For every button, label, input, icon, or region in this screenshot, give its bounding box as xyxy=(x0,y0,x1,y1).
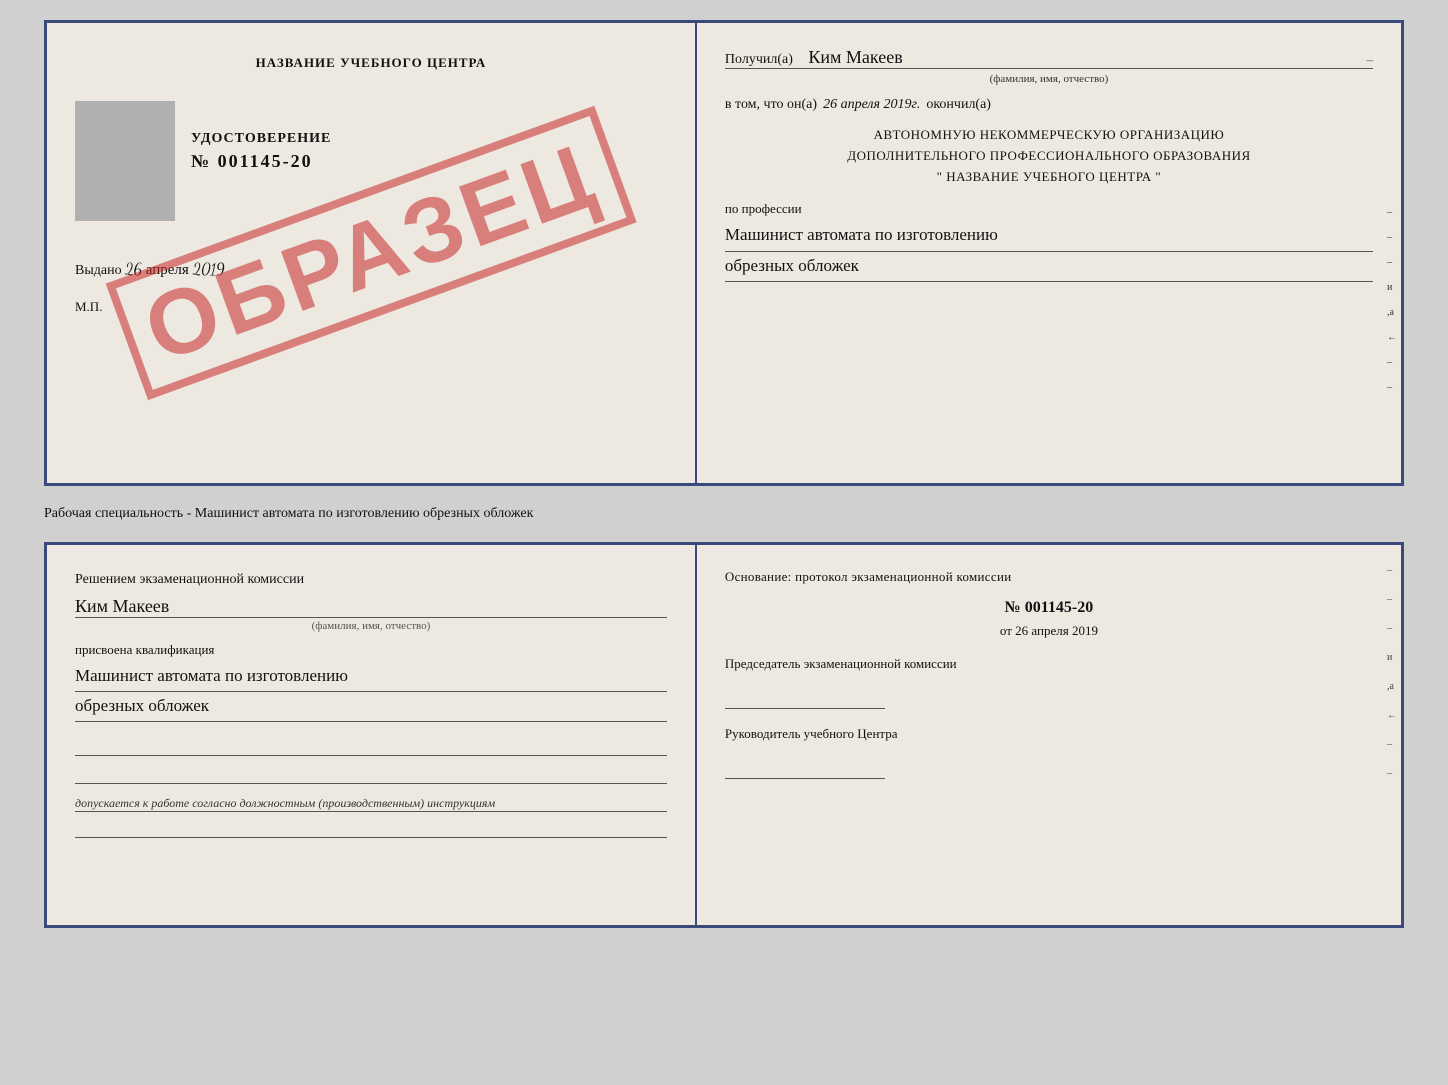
director-sig-line xyxy=(725,761,885,779)
chairman-sig-line xyxy=(725,691,885,709)
right-edge-marks-top: – – – и ,а ← – – xyxy=(1387,207,1397,393)
signature-block-chairman: Председатель экзаменационной комиссии xyxy=(725,655,1373,709)
date-suffix: окончил(а) xyxy=(926,97,991,113)
underline-1 xyxy=(75,738,667,756)
qual-line1: Машинист автомата по изготовлению xyxy=(75,662,667,692)
chairman-role: Председатель экзаменационной комиссии xyxy=(725,655,1373,673)
separator-label: Рабочая специальность - Машинист автомат… xyxy=(44,502,1404,526)
signature-block-director: Руководитель учебного Центра xyxy=(725,725,1373,779)
qual-prefix: присвоена квалификация xyxy=(75,642,667,658)
date-prefix: в том, что он(а) xyxy=(725,97,817,113)
bottom-name-subtitle: (фамилия, имя, отчество) xyxy=(75,620,667,632)
protocol-date: от 26 апреля 2019 xyxy=(725,623,1373,639)
protocol-date-value: 26 апреля 2019 xyxy=(1015,623,1098,638)
date-line: в том, что он(а) 26 апреля 2019г. окончи… xyxy=(725,97,1373,113)
top-document: НАЗВАНИЕ УЧЕБНОГО ЦЕНТРА УДОСТОВЕРЕНИЕ №… xyxy=(44,20,1404,486)
photo-placeholder xyxy=(75,101,175,221)
recipient-name: Ким Макеев xyxy=(808,47,1354,68)
org-line1: АВТОНОМНУЮ НЕКОММЕРЧЕСКУЮ ОРГАНИЗАЦИЮ xyxy=(725,125,1373,146)
bottom-document: Решением экзаменационной комиссии Ким Ма… xyxy=(44,542,1404,928)
org-name: " НАЗВАНИЕ УЧЕБНОГО ЦЕНТРА " xyxy=(725,167,1373,188)
profession-line1: Машинист автомата по изготовлению xyxy=(725,221,1373,251)
org-block: АВТОНОМНУЮ НЕКОММЕРЧЕСКУЮ ОРГАНИЗАЦИЮ ДО… xyxy=(725,125,1373,187)
profession-label: по профессии xyxy=(725,201,1373,217)
mp-label: М.П. xyxy=(75,299,667,315)
date-value: 26 апреля 2019г. xyxy=(823,97,920,113)
issued-date: 26 апреля 2019 xyxy=(125,261,224,279)
underline-2 xyxy=(75,766,667,784)
cert-number: № 001145-20 xyxy=(185,151,667,172)
decision-text: Решением экзаменационной комиссии xyxy=(75,569,667,590)
underline-3 xyxy=(75,820,667,838)
bottom-name: Ким Макеев xyxy=(75,596,667,618)
cert-label: УДОСТОВЕРЕНИЕ xyxy=(185,131,667,147)
received-line: Получил(а) Ким Макеев – xyxy=(725,47,1373,69)
bottom-left-panel: Решением экзаменационной комиссии Ким Ма… xyxy=(47,545,697,925)
underlines-block xyxy=(75,738,667,784)
director-role: Руководитель учебного Центра xyxy=(725,725,1373,743)
name-subtitle-top: (фамилия, имя, отчество) xyxy=(725,73,1373,85)
top-right-panel: Получил(а) Ким Макеев – (фамилия, имя, о… xyxy=(697,23,1401,483)
protocol-date-prefix: от xyxy=(1000,623,1012,638)
bottom-right-panel: Основание: протокол экзаменационной коми… xyxy=(697,545,1401,925)
profession-line2: обрезных обложек xyxy=(725,252,1373,282)
qual-line2: обрезных обложек xyxy=(75,692,667,722)
top-left-panel: НАЗВАНИЕ УЧЕБНОГО ЦЕНТРА УДОСТОВЕРЕНИЕ №… xyxy=(47,23,697,483)
right-edge-marks-bottom: – – – и ,а ← – – xyxy=(1387,565,1397,779)
issued-prefix: Выдано xyxy=(75,263,122,278)
osnov-title: Основание: протокол экзаменационной коми… xyxy=(725,569,1373,585)
issued-line: Выдано 26 апреля 2019 xyxy=(75,261,667,279)
protocol-number: № 001145-20 xyxy=(725,599,1373,617)
top-school-title: НАЗВАНИЕ УЧЕБНОГО ЦЕНТРА xyxy=(75,55,667,71)
org-line2: ДОПОЛНИТЕЛЬНОГО ПРОФЕССИОНАЛЬНОГО ОБРАЗО… xyxy=(725,146,1373,167)
допуск-line: допускается к работе согласно должностны… xyxy=(75,796,667,812)
received-prefix: Получил(а) xyxy=(725,52,793,68)
